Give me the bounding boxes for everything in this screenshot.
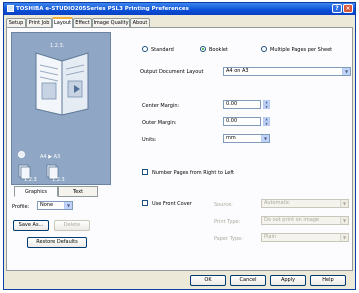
chevron-down-icon: ▼ bbox=[64, 202, 72, 209]
printing-preferences-window: TOSHIBA e-STUDIO205Series PSL3 Printing … bbox=[3, 2, 356, 290]
cancel-button[interactable]: Cancel bbox=[230, 275, 266, 286]
tab-print-job[interactable]: Print Job bbox=[26, 18, 52, 27]
booklet-radio[interactable] bbox=[200, 46, 206, 52]
booklet-preview-icon bbox=[35, 52, 89, 116]
print-type-value: Do not print on image bbox=[264, 217, 320, 223]
title-bar: TOSHIBA e-STUDIO205Series PSL3 Printing … bbox=[4, 3, 355, 15]
tab-text[interactable]: Text bbox=[58, 186, 98, 197]
tab-setup[interactable]: Setup bbox=[6, 18, 26, 27]
paper-type-select[interactable]: Plain ▼ bbox=[261, 233, 349, 242]
profile-select[interactable]: None ▼ bbox=[37, 201, 73, 210]
apply-button[interactable]: Apply bbox=[270, 275, 306, 286]
tab-layout[interactable]: Layout bbox=[52, 17, 73, 28]
help-button[interactable]: Help bbox=[310, 275, 346, 286]
number-pages-label: Number Pages from Right to Left bbox=[152, 170, 234, 176]
tab-graphics[interactable]: Graphics bbox=[14, 186, 58, 197]
multiple-pages-radio[interactable] bbox=[261, 46, 267, 52]
chevron-down-icon: ▼ bbox=[340, 217, 348, 224]
booklet-label: Booklet bbox=[209, 47, 228, 53]
units-label: Units: bbox=[142, 137, 157, 143]
output-document-layout-value: A4 on A3 bbox=[226, 68, 249, 74]
orientation-icon bbox=[18, 151, 25, 158]
center-margin-field[interactable]: 0.00 bbox=[223, 100, 261, 109]
multiple-pages-label: Multiple Pages per Sheet bbox=[270, 47, 333, 53]
use-front-cover-checkbox[interactable] bbox=[142, 200, 148, 206]
chevron-down-icon: ▼ bbox=[340, 234, 348, 241]
units-select[interactable]: mm ▼ bbox=[223, 134, 270, 143]
source-select[interactable]: Automatic ▼ bbox=[261, 199, 349, 208]
center-margin-spinner[interactable]: ▲ ▼ bbox=[263, 100, 270, 109]
outer-margin-label: Outer Margin: bbox=[142, 120, 177, 126]
print-type-select[interactable]: Do not print on image ▼ bbox=[261, 216, 349, 225]
printer-app-icon bbox=[7, 5, 14, 12]
profile-value: None bbox=[40, 202, 54, 208]
layout-preview: 1.2.3. A4 ▶ A3 1.2.3 1.2.3 bbox=[11, 32, 111, 185]
chevron-down-icon: ▼ bbox=[261, 135, 269, 142]
center-margin-label: Center Margin: bbox=[142, 103, 180, 109]
delete-button[interactable]: Delete bbox=[54, 220, 90, 231]
ok-button[interactable]: OK bbox=[190, 275, 226, 286]
standard-radio[interactable] bbox=[142, 46, 148, 52]
units-value: mm bbox=[226, 135, 236, 141]
output-document-layout-select[interactable]: A4 on A3 ▼ bbox=[223, 67, 351, 76]
profile-label: Profile: bbox=[12, 204, 30, 210]
paper-type-label: Paper Type: bbox=[214, 236, 243, 242]
source-value: Automatic bbox=[264, 200, 290, 206]
chevron-down-icon: ▼ bbox=[342, 68, 350, 75]
help-title-button[interactable]: ? bbox=[332, 4, 342, 13]
outer-margin-field[interactable]: 0.00 bbox=[223, 117, 261, 126]
layout-panel: 1.2.3. A4 ▶ A3 1.2.3 1.2.3 Graphics Text… bbox=[6, 27, 353, 271]
chevron-down-icon: ▼ bbox=[340, 200, 348, 207]
standard-label: Standard bbox=[151, 47, 174, 53]
stack-label-2: 1.2.3 bbox=[52, 177, 65, 183]
preview-page-numbers: 1.2.3. bbox=[50, 43, 65, 49]
window-title: TOSHIBA e-STUDIO205Series PSL3 Printing … bbox=[16, 6, 189, 12]
save-as-button[interactable]: Save As... bbox=[13, 220, 49, 231]
preview-size-conversion: A4 ▶ A3 bbox=[40, 154, 61, 160]
stack-label-1: 1.2.3 bbox=[24, 177, 37, 183]
tab-about[interactable]: About bbox=[130, 18, 150, 27]
tab-effect[interactable]: Effect bbox=[73, 18, 92, 27]
paper-type-value: Plain bbox=[264, 234, 277, 240]
close-button[interactable]: × bbox=[343, 4, 353, 13]
print-type-label: Print Type: bbox=[214, 219, 241, 225]
restore-defaults-button[interactable]: Restore Defaults bbox=[27, 237, 87, 248]
number-pages-checkbox[interactable] bbox=[142, 169, 148, 175]
use-front-cover-label: Use Front Cover bbox=[152, 201, 192, 207]
outer-margin-spinner[interactable]: ▲ ▼ bbox=[263, 117, 270, 126]
dialog-button-bar: OK Cancel Apply Help bbox=[4, 273, 355, 289]
source-label: Source: bbox=[214, 202, 233, 208]
output-document-layout-label: Output Document Layout bbox=[140, 69, 204, 75]
tab-image-quality[interactable]: Image Quality bbox=[92, 18, 130, 27]
